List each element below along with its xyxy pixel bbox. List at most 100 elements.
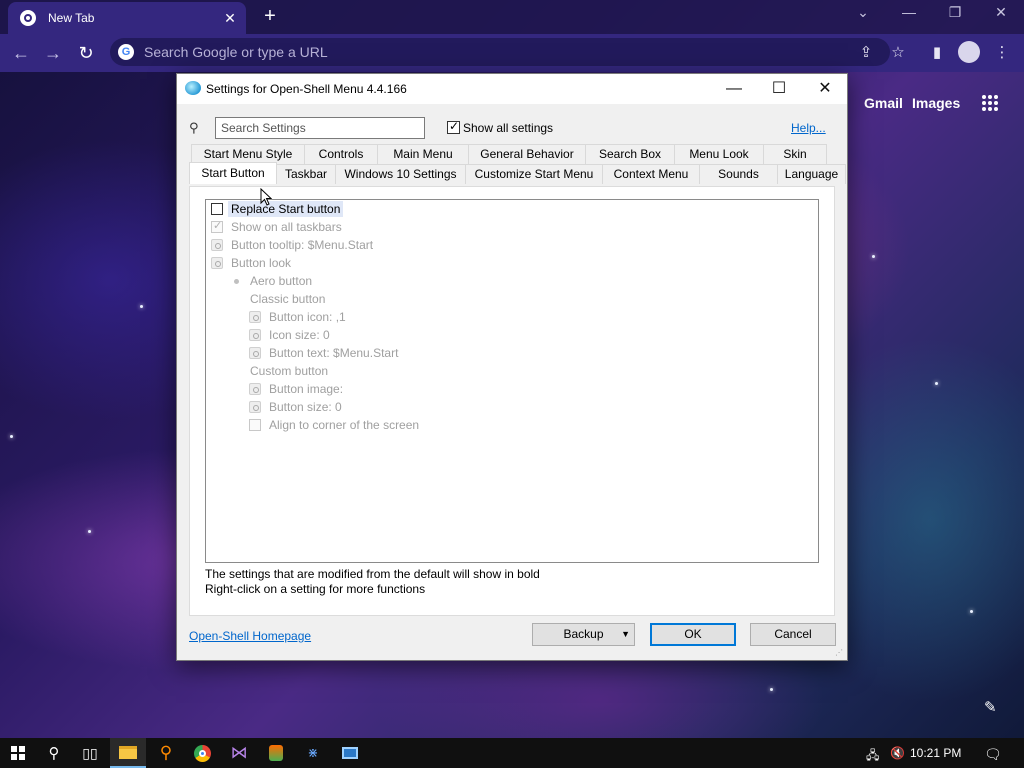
customize-pencil-icon[interactable]: ✎	[984, 698, 997, 716]
network-tray-icon[interactable]: 🖧	[866, 746, 879, 767]
minimize-browser-button[interactable]: —	[894, 4, 924, 20]
search-everything-icon[interactable]: ⚲	[148, 738, 184, 768]
folder-shape	[119, 745, 137, 759]
tab-main-menu[interactable]: Main Menu	[377, 144, 469, 164]
help-link[interactable]: Help...	[791, 121, 826, 135]
radio-empty-icon[interactable]	[230, 293, 242, 305]
ok-button[interactable]: OK	[650, 623, 736, 646]
tab-search-icon[interactable]: ⌄	[848, 4, 878, 21]
show-all-settings-checkbox[interactable]	[447, 119, 460, 134]
search-settings-input[interactable]: Search Settings	[215, 117, 425, 139]
setting-button-size[interactable]: Button size: 0	[249, 398, 342, 416]
tab-skin[interactable]: Skin	[763, 144, 827, 164]
tab-windows-10-settings[interactable]: Windows 10 Settings	[335, 164, 466, 184]
cancel-button[interactable]: Cancel	[750, 623, 836, 646]
back-arrow-icon[interactable]: ←	[8, 40, 34, 66]
setting-label: Classic button	[250, 292, 326, 306]
setting-classic-button[interactable]: Classic button	[230, 290, 325, 308]
star	[872, 255, 875, 258]
setting-custom-button[interactable]: Custom button	[230, 362, 328, 380]
setting-label: Button text: $Menu.Start	[269, 346, 399, 360]
setting-show-on-all-taskbars[interactable]: Show on all taskbars	[211, 218, 342, 236]
open-shell-icon	[185, 81, 201, 95]
images-link[interactable]: Images	[912, 95, 960, 111]
volume-muted-icon[interactable]: 🔇	[890, 746, 905, 760]
search-taskbar-icon[interactable]: ⚲	[36, 738, 72, 768]
dialog-minimize-button[interactable]: —	[719, 78, 749, 100]
share-icon[interactable]: ⇪	[855, 42, 877, 64]
show-on-all-taskbars-checkbox[interactable]	[211, 219, 223, 233]
tab-general-behavior[interactable]: General Behavior	[468, 144, 586, 164]
setting-align-to-corner[interactable]: Align to corner of the screen	[249, 416, 419, 434]
search-icon: ⚲	[189, 120, 199, 135]
settings-tree: Replace Start button Show on all taskbar…	[205, 199, 819, 563]
file-explorer-icon[interactable]	[110, 738, 146, 768]
address-bar[interactable]: G Search Google or type a URL	[110, 38, 890, 66]
backup-button[interactable]: Backup ▼	[532, 623, 635, 646]
setting-label: Button icon: ,1	[269, 310, 346, 324]
tab-row-bottom: Start Button Taskbar Windows 10 Settings…	[189, 162, 846, 184]
dialog-close-button[interactable]: ✕	[810, 78, 840, 100]
side-panel-icon[interactable]: ▮	[926, 42, 948, 64]
monitor-shape	[342, 747, 358, 759]
setting-button-text[interactable]: Button text: $Menu.Start	[249, 344, 398, 362]
profile-avatar[interactable]	[958, 41, 980, 63]
notifications-icon[interactable]: 🗨	[984, 746, 1002, 763]
tab-menu-look[interactable]: Menu Look	[674, 144, 764, 164]
new-tab-button[interactable]: +	[258, 5, 282, 28]
setting-aero-button[interactable]: Aero button	[230, 272, 312, 290]
dialog-maximize-button[interactable]: ☐	[764, 78, 794, 100]
dialog-title: Settings for Open-Shell Menu 4.4.166	[206, 82, 407, 96]
setting-label: Button look	[231, 256, 292, 270]
align-to-corner-checkbox[interactable]	[249, 419, 261, 431]
tab-taskbar[interactable]: Taskbar	[276, 164, 336, 184]
start-button[interactable]	[0, 738, 36, 768]
tab-search-box[interactable]: Search Box	[585, 144, 675, 164]
bookmark-star-icon[interactable]: ☆	[887, 42, 909, 64]
tab-language[interactable]: Language	[777, 164, 846, 184]
resize-grip-icon[interactable]: ⋰	[835, 648, 845, 658]
browser-tab-title: New Tab	[48, 11, 95, 25]
radio-empty-icon[interactable]	[230, 365, 242, 377]
app-shield-icon[interactable]	[258, 738, 294, 768]
setting-label: Aero button	[250, 274, 313, 288]
tab-context-menu[interactable]: Context Menu	[602, 164, 700, 184]
star	[935, 382, 938, 385]
setting-button-icon[interactable]: Button icon: ,1	[249, 308, 346, 326]
tab-start-menu-style[interactable]: Start Menu Style	[191, 144, 305, 164]
radio-dot-icon[interactable]	[230, 275, 242, 287]
setting-icon-size[interactable]: Icon size: 0	[249, 326, 330, 344]
tab-controls[interactable]: Controls	[304, 144, 378, 164]
remote-desktop-icon[interactable]	[332, 738, 368, 768]
gmail-link[interactable]: Gmail	[864, 95, 903, 111]
browser-tab[interactable]: New Tab ✕	[8, 2, 246, 34]
replace-start-button-checkbox[interactable]	[211, 203, 223, 215]
open-shell-homepage-link[interactable]: Open-Shell Homepage	[189, 629, 311, 643]
address-bar-placeholder: Search Google or type a URL	[144, 44, 328, 60]
setting-button-look[interactable]: Button look	[211, 254, 291, 272]
setting-button-image[interactable]: Button image:	[249, 380, 343, 398]
reload-icon[interactable]: ↻	[73, 40, 99, 66]
tab-start-button[interactable]: Start Button	[189, 162, 277, 184]
restore-browser-button[interactable]: ❐	[940, 4, 970, 21]
forward-arrow-icon[interactable]: →	[40, 40, 66, 66]
chrome-taskbar-icon[interactable]	[184, 738, 220, 768]
taskbar-clock[interactable]: 10:21 PM	[910, 746, 961, 760]
setting-button-tooltip[interactable]: Button tooltip: $Menu.Start	[211, 236, 373, 254]
dialog-titlebar: Settings for Open-Shell Menu 4.4.166 — ☐…	[177, 74, 847, 104]
chrome-favicon-icon	[20, 10, 36, 26]
network-tool-icon[interactable]: ⋇	[295, 738, 331, 768]
setting-replace-start-button[interactable]: Replace Start button	[211, 200, 344, 218]
dropdown-arrow-icon: ▼	[621, 629, 630, 639]
close-browser-button[interactable]: ✕	[986, 4, 1016, 21]
show-all-settings-label[interactable]: Show all settings	[463, 121, 553, 135]
tab-sounds[interactable]: Sounds	[699, 164, 778, 184]
visual-studio-icon[interactable]: ⋈	[221, 738, 257, 768]
google-apps-icon[interactable]	[982, 95, 998, 111]
more-menu-icon[interactable]: ⋮	[991, 42, 1013, 64]
tab-customize-start-menu[interactable]: Customize Start Menu	[465, 164, 603, 184]
task-view-icon[interactable]: ▯▯	[72, 738, 108, 768]
close-tab-icon[interactable]: ✕	[220, 10, 240, 27]
browser-tab-strip: New Tab ✕ + ⌄ — ❐ ✕	[0, 0, 1024, 34]
settings-dialog: Settings for Open-Shell Menu 4.4.166 — ☐…	[176, 73, 848, 661]
